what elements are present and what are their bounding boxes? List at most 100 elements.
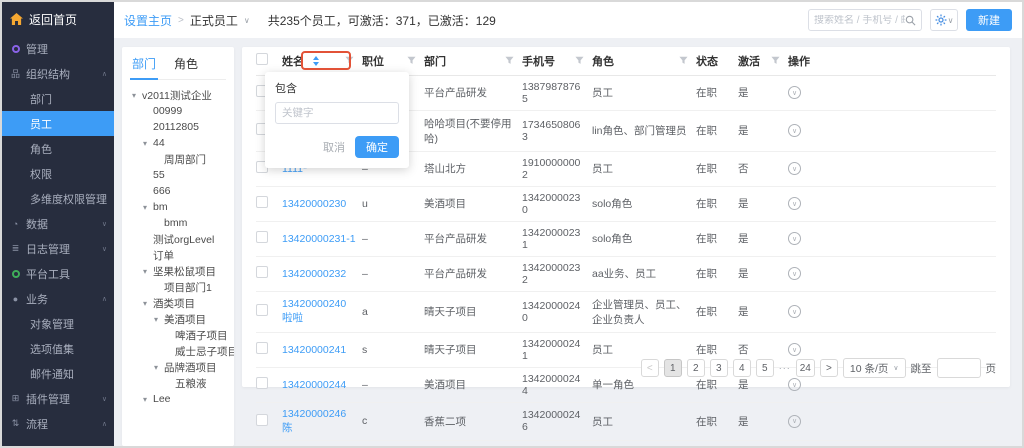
row-actions-icon[interactable]: ∨	[788, 378, 801, 391]
tree-expand-arrow-icon[interactable]: ▾	[143, 299, 153, 308]
row-checkbox[interactable]	[256, 342, 268, 354]
tree-expand-arrow-icon[interactable]: ▾	[143, 267, 153, 276]
tree-expand-arrow-icon[interactable]: ▾	[132, 91, 142, 100]
page-button-24[interactable]: 24	[796, 359, 815, 377]
page-size-select[interactable]: 10 条/页∨	[843, 358, 906, 378]
cell-name[interactable]: 13420000230	[282, 186, 362, 221]
cell-name[interactable]: 13420000232	[282, 256, 362, 291]
row-actions-icon[interactable]: ∨	[788, 415, 801, 428]
cell-name[interactable]: 13420000240啦啦	[282, 291, 362, 332]
row-actions-icon[interactable]: ∨	[788, 162, 801, 175]
row-checkbox[interactable]	[256, 304, 268, 316]
sidebar-item-zuzhijiegou[interactable]: 品组织结构∧	[2, 61, 114, 86]
row-actions-icon[interactable]: ∨	[788, 124, 801, 137]
row-checkbox[interactable]	[256, 377, 268, 389]
cell-name[interactable]: 13420000244	[282, 367, 362, 402]
tree-node[interactable]: ▾美酒项目	[130, 311, 234, 327]
row-actions-icon[interactable]: ∨	[788, 232, 801, 245]
filter-funnel-icon[interactable]	[407, 56, 416, 65]
tree-node[interactable]: 00999	[130, 103, 234, 119]
tree-node[interactable]: ▾44	[130, 135, 234, 151]
tree-node[interactable]: ▾bm	[130, 199, 234, 215]
sidebar-item-quanxian[interactable]: 权限	[2, 161, 114, 186]
page-button-4[interactable]: 4	[733, 359, 751, 377]
select-all-checkbox[interactable]	[256, 53, 268, 65]
tree-expand-arrow-icon[interactable]: ▾	[154, 363, 164, 372]
tree-node[interactable]: 项目部门1	[130, 279, 234, 295]
page-button-3[interactable]: 3	[710, 359, 728, 377]
breadcrumb-current[interactable]: 正式员工	[190, 12, 238, 29]
row-actions-icon[interactable]: ∨	[788, 305, 801, 318]
sidebar-item-xuanxiangzhiji[interactable]: 选项值集	[2, 336, 114, 361]
tree-node[interactable]: 订单	[130, 247, 234, 263]
filter-cancel-button[interactable]: 取消	[323, 139, 345, 155]
sidebar-item-duixiangguanli[interactable]: 对象管理	[2, 311, 114, 336]
tree-node[interactable]: ▾酒类项目	[130, 295, 234, 311]
tree-node[interactable]: 测试orgLevel	[130, 231, 234, 247]
sidebar-item-rizhiguanli[interactable]: ≣日志管理∨	[2, 236, 114, 261]
tree-node[interactable]: 五粮液	[130, 375, 234, 391]
filter-funnel-icon[interactable]	[575, 56, 584, 65]
sidebar-item-chajianguanli[interactable]: ⊞插件管理∨	[2, 386, 114, 411]
prev-page-button[interactable]: <	[641, 359, 659, 377]
cell-name[interactable]: 13420000241	[282, 332, 362, 367]
purple-ring-icon	[12, 45, 20, 53]
tree-node[interactable]: 666	[130, 183, 234, 199]
tree-node[interactable]: ▾坚果松鼠项目	[130, 263, 234, 279]
sidebar-home-button[interactable]: 返回首页	[2, 2, 114, 36]
page-button-2[interactable]: 2	[687, 359, 705, 377]
row-actions-icon[interactable]: ∨	[788, 267, 801, 280]
search-input[interactable]	[814, 15, 905, 26]
page-button-1[interactable]: 1	[664, 359, 682, 377]
tree-node[interactable]: ▾Lee	[130, 391, 234, 407]
sort-carets-icon[interactable]	[313, 56, 319, 66]
tree-expand-arrow-icon[interactable]: ▾	[143, 203, 153, 212]
tree-node[interactable]: 周周部门	[130, 151, 234, 167]
next-page-button[interactable]: >	[820, 359, 838, 377]
tree-node[interactable]: ▾品牌酒项目	[130, 359, 234, 375]
create-new-button[interactable]: 新建	[966, 9, 1012, 31]
filter-keyword-input[interactable]	[275, 102, 399, 124]
row-actions-icon[interactable]: ∨	[788, 86, 801, 99]
filter-confirm-button[interactable]: 确定	[355, 136, 399, 158]
chevron-down-icon[interactable]: ∨	[244, 16, 250, 25]
row-checkbox[interactable]	[256, 266, 268, 278]
filter-funnel-icon[interactable]	[345, 56, 354, 65]
page-button-5[interactable]: 5	[756, 359, 774, 377]
sidebar-item-duoweidu[interactable]: 多维度权限管理	[2, 186, 114, 211]
pagination-ellipsis[interactable]: ···	[779, 363, 791, 373]
sidebar-item-bumen[interactable]: 部门	[2, 86, 114, 111]
tree-node[interactable]: 威士忌子项目	[130, 343, 234, 359]
breadcrumb-home-link[interactable]: 设置主页	[124, 12, 172, 29]
tab-role[interactable]: 角色	[172, 55, 200, 79]
row-checkbox[interactable]	[256, 231, 268, 243]
sidebar-item-shuju[interactable]: ◔数据∨	[2, 211, 114, 236]
row-checkbox[interactable]	[256, 196, 268, 208]
row-actions-icon[interactable]: ∨	[788, 343, 801, 356]
cell-name[interactable]: 13420000246陈	[282, 402, 362, 440]
tree-expand-arrow-icon[interactable]: ▾	[143, 139, 153, 148]
sidebar-item-yewu[interactable]: ●业务∧	[2, 286, 114, 311]
tab-department[interactable]: 部门	[130, 55, 158, 80]
tree-node[interactable]: bmm	[130, 215, 234, 231]
tree-expand-arrow-icon[interactable]: ▾	[154, 315, 164, 324]
tree-node[interactable]: 20112805	[130, 119, 234, 135]
sidebar-item-pingtaigongju[interactable]: 平台工具	[2, 261, 114, 286]
cell-name[interactable]: 13420000231-1	[282, 221, 362, 256]
sidebar-item-yuangong[interactable]: 员工	[2, 111, 114, 136]
tree-expand-arrow-icon[interactable]: ▾	[143, 395, 153, 404]
filter-funnel-icon[interactable]	[505, 56, 514, 65]
tree-node[interactable]: 啤酒子项目	[130, 327, 234, 343]
sidebar-item-liucheng[interactable]: ⇅流程∧	[2, 411, 114, 436]
filter-funnel-icon[interactable]	[679, 56, 688, 65]
filter-funnel-icon[interactable]	[771, 56, 780, 65]
settings-dropdown-button[interactable]: ∨	[930, 9, 958, 31]
tree-node[interactable]: 55	[130, 167, 234, 183]
row-actions-icon[interactable]: ∨	[788, 197, 801, 210]
sidebar-item-guanli[interactable]: 管理	[2, 36, 114, 61]
jump-to-page-input[interactable]	[937, 358, 981, 378]
sidebar-item-youjiantongzhi[interactable]: 邮件通知	[2, 361, 114, 386]
sidebar-item-juese[interactable]: 角色	[2, 136, 114, 161]
tree-node[interactable]: ▾v2011测试企业	[130, 87, 234, 103]
row-checkbox[interactable]	[256, 414, 268, 426]
